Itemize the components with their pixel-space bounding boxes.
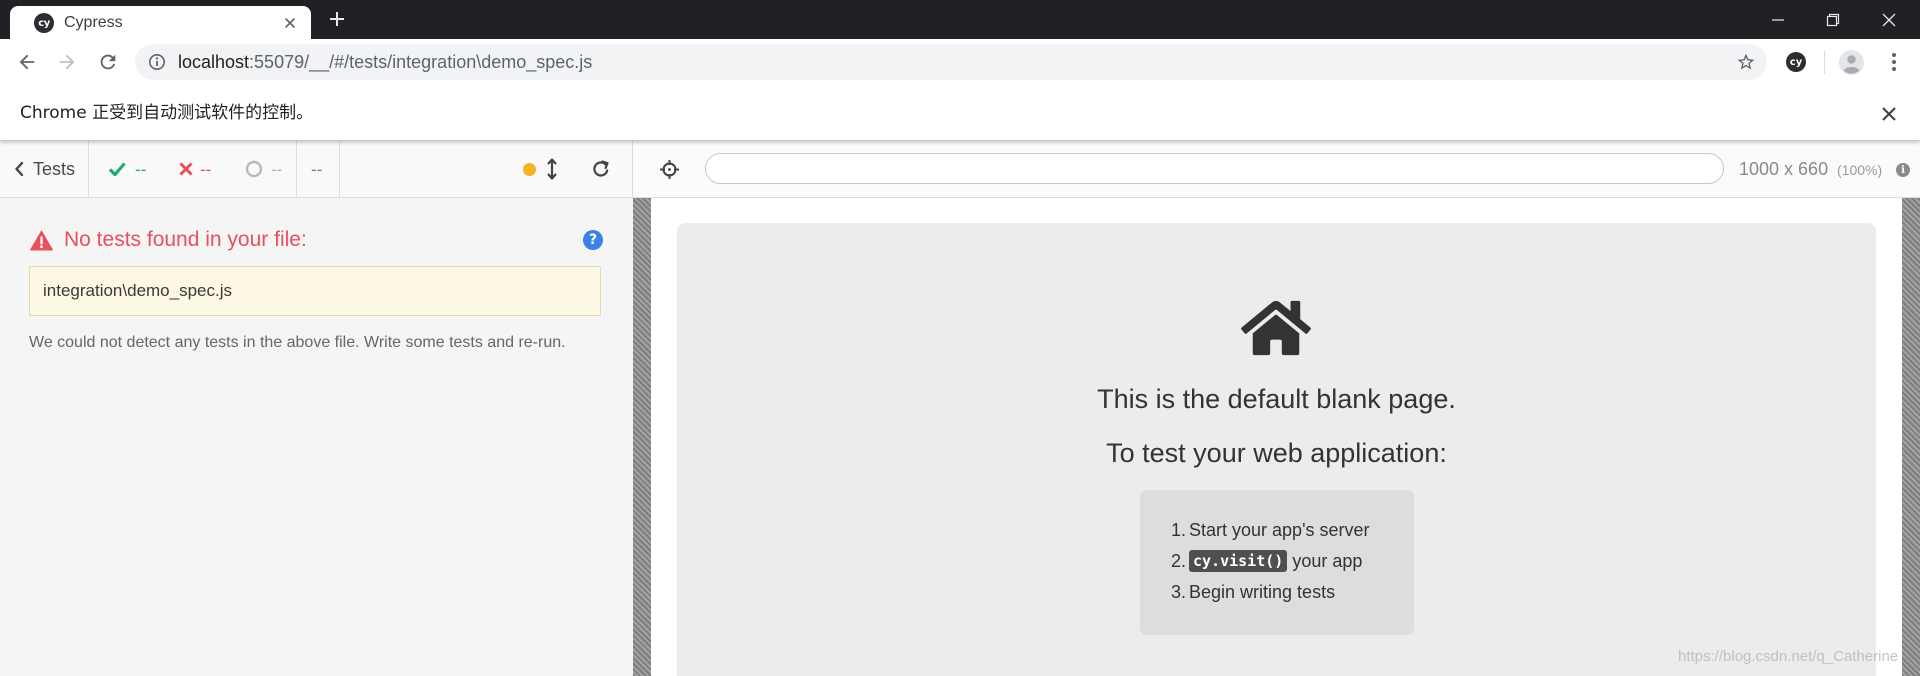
browser-tab-cypress[interactable]: cy Cypress	[10, 6, 311, 39]
warning-icon	[30, 230, 53, 251]
restore-icon	[1826, 13, 1840, 26]
instructions-list: 1. Start your app's server 2. cy.visit()…	[1140, 490, 1414, 635]
reporter-header: Tests -- -- -- --	[0, 141, 633, 198]
aut-url-input[interactable]	[705, 153, 1724, 184]
back-to-tests-button[interactable]: Tests	[10, 141, 80, 197]
minimize-icon	[1772, 18, 1784, 21]
address-path: :55079/__/#/tests/integration\demo_spec.…	[249, 52, 593, 72]
minimize-button[interactable]	[1755, 0, 1801, 39]
blank-page-heading: This is the default blank page.	[1097, 384, 1456, 414]
list-item: 3. Begin writing tests	[1140, 577, 1414, 608]
rerun-icon[interactable]	[591, 159, 611, 179]
passed-count: --	[135, 160, 147, 179]
avatar-icon[interactable]	[1839, 50, 1864, 75]
x-icon	[179, 162, 193, 176]
tab-title: Cypress	[64, 14, 123, 31]
error-title: No tests found in your file:	[64, 228, 307, 251]
header-separator	[296, 141, 297, 197]
reload-icon[interactable]	[97, 51, 119, 73]
list-item: 2. cy.visit() your app	[1140, 546, 1414, 577]
panel-resize-handle[interactable]	[633, 198, 651, 676]
cypress-logo-icon: cy	[34, 13, 54, 33]
info-icon[interactable]	[148, 53, 166, 71]
aut-iframe: This is the default blank page. To test …	[651, 198, 1902, 676]
list-item-text: cy.visit() your app	[1189, 546, 1362, 577]
resize-vertical-icon[interactable]	[545, 157, 559, 181]
list-item-label: Start your app's server	[1189, 520, 1370, 540]
list-item-label: Begin writing tests	[1189, 582, 1336, 602]
list-item-text: Begin writing tests	[1189, 577, 1335, 608]
watermark: https://blog.csdn.net/q_Catherine	[1678, 648, 1899, 665]
failed-count: --	[200, 160, 212, 179]
passed-stat[interactable]: --	[104, 141, 154, 197]
pending-circle-icon	[245, 160, 263, 178]
close-icon[interactable]	[282, 15, 298, 31]
duration: --	[311, 160, 323, 179]
pending-count: --	[271, 160, 283, 179]
browser-toolbar: localhost:55079/__/#/tests/integration\d…	[0, 39, 1920, 86]
more-vert-icon[interactable]	[1884, 51, 1904, 73]
running-dot-icon	[523, 163, 536, 176]
plus-icon[interactable]	[328, 10, 346, 28]
window-close-button[interactable]	[1866, 0, 1912, 39]
back-to-tests-label: Tests	[33, 159, 76, 179]
list-item-number: 2.	[1171, 551, 1187, 571]
list-item-number: 3.	[1171, 582, 1187, 602]
automation-infobar: Chrome 正受到自动测试软件的控制。	[0, 86, 1920, 141]
infobar-message: Chrome 正受到自动测试软件的控制。	[20, 103, 314, 123]
list-item-text: Start your app's server	[1189, 515, 1370, 546]
code-snippet: cy.visit()	[1189, 550, 1288, 572]
header-separator	[88, 141, 89, 197]
blank-page-card: This is the default blank page. To test …	[677, 223, 1876, 676]
crosshair-icon[interactable]	[659, 159, 680, 180]
list-item-label: your app	[1287, 551, 1363, 571]
error-message: We could not detect any tests in the abo…	[29, 334, 566, 351]
blank-page-subheading: To test your web application:	[1106, 438, 1447, 468]
pending-stat[interactable]: --	[242, 141, 292, 197]
error-file-path: integration\demo_spec.js	[43, 281, 233, 300]
check-icon	[108, 162, 126, 177]
forward-arrow-icon[interactable]	[56, 51, 78, 73]
home-icon	[1241, 300, 1311, 356]
star-icon[interactable]	[1736, 52, 1756, 72]
list-item: 1. Start your app's server	[1140, 515, 1414, 546]
reporter-panel: No tests found in your file: ? integrati…	[0, 198, 633, 676]
aut-header: 1000 x 660 (100%) i	[633, 141, 1920, 198]
address-bar[interactable]: localhost:55079/__/#/tests/integration\d…	[135, 44, 1767, 80]
aut-right-gutter	[1902, 198, 1920, 676]
close-icon	[1882, 13, 1896, 26]
toolbar-separator	[1824, 51, 1825, 74]
browser-tab-strip: cy Cypress	[0, 0, 1920, 39]
viewport-size: 1000 x 660	[1739, 159, 1829, 179]
close-icon[interactable]	[1880, 105, 1898, 123]
error-file-box: integration\demo_spec.js	[29, 266, 601, 316]
restore-button[interactable]	[1810, 0, 1856, 39]
cypress-extension-icon[interactable]: cy	[1786, 52, 1806, 72]
header-separator	[339, 141, 340, 197]
address-text[interactable]: localhost:55079/__/#/tests/integration\d…	[178, 44, 592, 80]
list-item-number: 1.	[1171, 520, 1187, 540]
info-icon[interactable]: i	[1896, 163, 1910, 177]
back-arrow-icon[interactable]	[16, 51, 38, 73]
failed-stat[interactable]: --	[174, 141, 222, 197]
address-host: localhost	[178, 52, 250, 72]
help-icon[interactable]: ?	[583, 230, 603, 250]
viewport-scale: (100%)	[1837, 162, 1883, 178]
chevron-left-icon	[15, 161, 24, 177]
